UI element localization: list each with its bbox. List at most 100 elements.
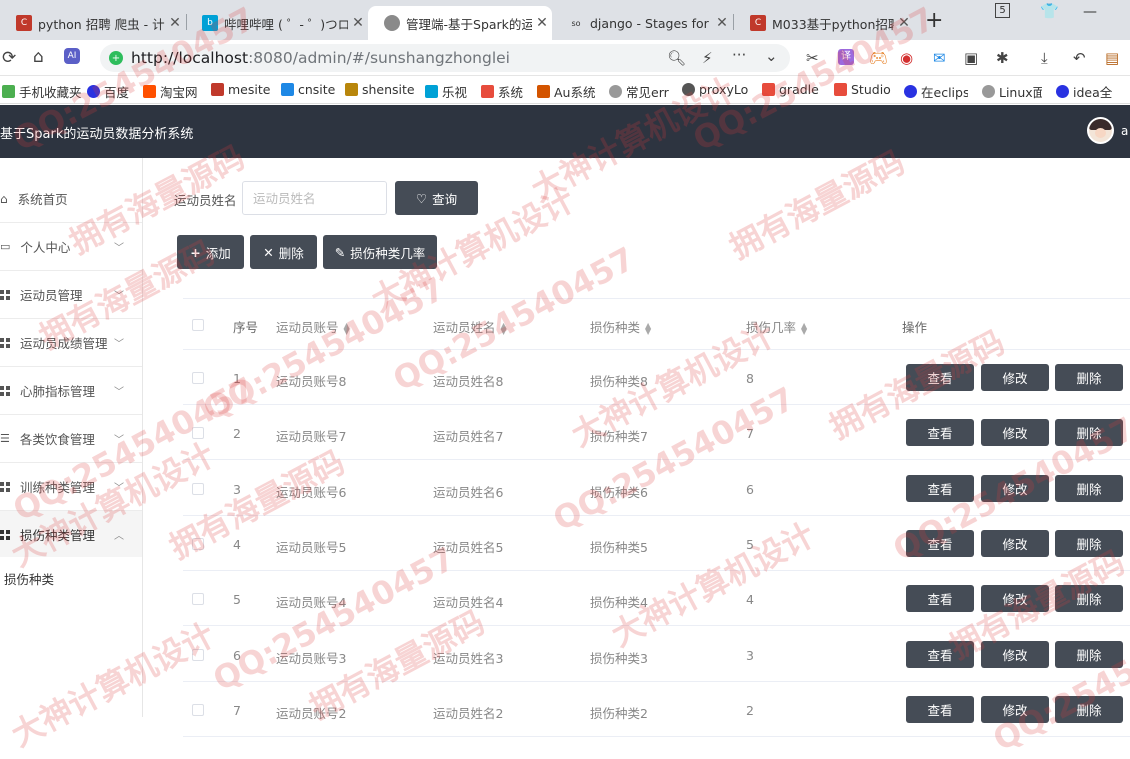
- mail-icon[interactable]: ✉: [933, 49, 946, 67]
- bookmark-item[interactable]: 淘宝网: [143, 82, 198, 101]
- weibo-icon[interactable]: ◉: [900, 49, 913, 67]
- delete-button[interactable]: 删除: [1055, 585, 1123, 613]
- row-checkbox[interactable]: [192, 372, 204, 384]
- sidebar-item-scores[interactable]: 运动员成绩管理 ﹀: [0, 319, 142, 367]
- browser-tab-1[interactable]: C python 招聘 爬虫 - 计 ✕: [0, 6, 185, 40]
- shirt-icon[interactable]: 👕: [1040, 2, 1059, 20]
- home-icon[interactable]: ⌂: [33, 47, 44, 67]
- minimize-icon[interactable]: —: [1083, 4, 1097, 20]
- undo-icon[interactable]: ↶: [1073, 49, 1086, 67]
- sidebar-item-athletes[interactable]: 运动员管理 ﹀: [0, 271, 142, 319]
- delete-button[interactable]: 删除: [1055, 529, 1123, 557]
- edit-button[interactable]: 修改: [981, 474, 1049, 502]
- header-name[interactable]: 运动员姓名 ▲ ▼: [433, 317, 507, 336]
- row-checkbox[interactable]: [192, 648, 204, 661]
- bookmark-item[interactable]: cnsite: [281, 82, 335, 97]
- view-button[interactable]: 查看: [906, 640, 974, 668]
- sidebar-item-training[interactable]: 训练种类管理 ﹀: [0, 463, 142, 511]
- sidebar-item-home[interactable]: ⌂ 系统首页: [0, 175, 142, 223]
- lightning-icon[interactable]: ⚡︎: [702, 49, 713, 67]
- injury-rate-button[interactable]: ✎ 损伤种类几率: [323, 235, 437, 269]
- row-checkbox[interactable]: [192, 537, 204, 550]
- bookmark-item[interactable]: 系统: [481, 82, 523, 101]
- sidebar-item-injury[interactable]: 损伤种类管理 ︿: [0, 511, 142, 559]
- bookmark-item[interactable]: gradle: [762, 82, 820, 97]
- bookmark-item[interactable]: idea全: [1056, 82, 1126, 101]
- edit-button[interactable]: 修改: [981, 364, 1049, 391]
- bookmark-item[interactable]: 常见err: [609, 82, 675, 101]
- bookmark-item[interactable]: 乐视: [425, 82, 467, 101]
- bookmark-item[interactable]: 百度: [87, 82, 129, 101]
- close-icon[interactable]: ✕: [894, 15, 914, 31]
- add-button[interactable]: + 添加: [177, 235, 244, 269]
- browser-tab-2[interactable]: b 哔哩哔哩 ( ゜- ゜)つロ ✕: [186, 6, 368, 40]
- search-icon[interactable]: 🔍︎: [667, 49, 686, 67]
- sidebar-item-cardio[interactable]: 心肺指标管理 ﹀: [0, 367, 142, 415]
- bookmark-item[interactable]: 在eclips: [904, 82, 968, 101]
- view-button[interactable]: 查看: [906, 585, 974, 613]
- delete-button[interactable]: 删除: [1055, 640, 1123, 668]
- sidebar-item-profile[interactable]: ▭ 个人中心 ﹀: [0, 223, 142, 271]
- view-button[interactable]: 查看: [906, 529, 974, 557]
- sort-icon[interactable]: ▲ ▼: [801, 321, 807, 335]
- bookmark-item[interactable]: proxyLo: [682, 82, 748, 97]
- sidebar-subitem-injury-types[interactable]: 损伤种类: [0, 557, 142, 599]
- chevron-down-icon[interactable]: ⌄: [765, 47, 778, 65]
- edit-button[interactable]: 修改: [981, 695, 1049, 723]
- delete-button[interactable]: 删除: [1055, 419, 1123, 447]
- sort-icon[interactable]: ▲ ▼: [501, 321, 507, 335]
- browser-tab-3-active[interactable]: 管理端-基于Spark的运 ✕: [368, 6, 552, 40]
- header-rate[interactable]: 损伤几率 ▲ ▼: [746, 317, 807, 336]
- search-button[interactable]: ♡ 查询: [395, 181, 478, 215]
- close-icon[interactable]: ✕: [348, 15, 368, 31]
- bookmark-item[interactable]: shensite: [345, 82, 415, 97]
- new-tab-button[interactable]: +: [925, 8, 943, 33]
- bookmark-item[interactable]: Au系统: [537, 82, 595, 101]
- url-bar[interactable]: + http://localhost:8080/admin/#/sunshang…: [100, 44, 790, 72]
- sidebar-item-diet[interactable]: ☰ 各类饮食管理 ﹀: [0, 415, 142, 463]
- download-icon[interactable]: ⤓: [1041, 49, 1048, 67]
- more-icon[interactable]: ···: [732, 46, 746, 64]
- edit-button[interactable]: 修改: [981, 419, 1049, 447]
- delete-button[interactable]: 删除: [1055, 474, 1123, 502]
- translate-icon[interactable]: 译: [838, 49, 854, 65]
- delete-button[interactable]: 删除: [1055, 695, 1123, 723]
- edit-button[interactable]: 修改: [981, 640, 1049, 668]
- window-count-badge[interactable]: 5: [995, 3, 1010, 18]
- row-checkbox[interactable]: [192, 593, 204, 606]
- delete-button[interactable]: 删除: [1055, 364, 1123, 391]
- row-checkbox[interactable]: [192, 482, 204, 495]
- window-icon[interactable]: ▣: [964, 49, 978, 67]
- row-checkbox[interactable]: [192, 703, 204, 716]
- close-icon[interactable]: ✕: [712, 15, 732, 31]
- bookmark-item[interactable]: mesite: [211, 82, 270, 97]
- close-icon[interactable]: ✕: [165, 15, 185, 31]
- browser-tab-4[interactable]: so django - Stages for / ✕: [552, 6, 732, 40]
- header-injury[interactable]: 损伤种类 ▲ ▼: [590, 317, 651, 336]
- avatar[interactable]: [1087, 117, 1114, 144]
- close-icon[interactable]: ✕: [532, 15, 552, 31]
- briefcase-icon[interactable]: ▤: [1105, 49, 1119, 67]
- search-input[interactable]: [242, 181, 387, 215]
- sort-icon[interactable]: ▲ ▼: [344, 321, 350, 335]
- ai-icon[interactable]: AI: [64, 48, 80, 64]
- view-button[interactable]: 查看: [906, 695, 974, 723]
- forward-icon[interactable]: ⟳: [2, 48, 16, 68]
- view-button[interactable]: 查看: [906, 474, 974, 502]
- extensions-icon[interactable]: ✱: [996, 49, 1009, 67]
- user-name[interactable]: a: [1121, 124, 1128, 138]
- bookmark-item[interactable]: 手机收藏夹: [2, 82, 82, 101]
- select-all-checkbox[interactable]: [192, 319, 204, 331]
- bookmark-item[interactable]: Linux面: [982, 82, 1042, 101]
- batch-delete-button[interactable]: ✕ 删除: [250, 235, 317, 269]
- browser-tab-5[interactable]: C M033基于python招聘 ✕: [734, 6, 914, 40]
- edit-button[interactable]: 修改: [981, 529, 1049, 557]
- edit-button[interactable]: 修改: [981, 585, 1049, 613]
- row-checkbox[interactable]: [192, 427, 204, 440]
- header-account[interactable]: 运动员账号 ▲ ▼: [276, 317, 350, 336]
- bookmark-item[interactable]: Studio: [834, 82, 892, 97]
- sort-icon[interactable]: ▲ ▼: [645, 321, 651, 335]
- view-button[interactable]: 查看: [906, 364, 974, 391]
- gamepad-icon[interactable]: 🎮︎: [869, 49, 888, 67]
- scissors-icon[interactable]: ✂: [806, 49, 819, 67]
